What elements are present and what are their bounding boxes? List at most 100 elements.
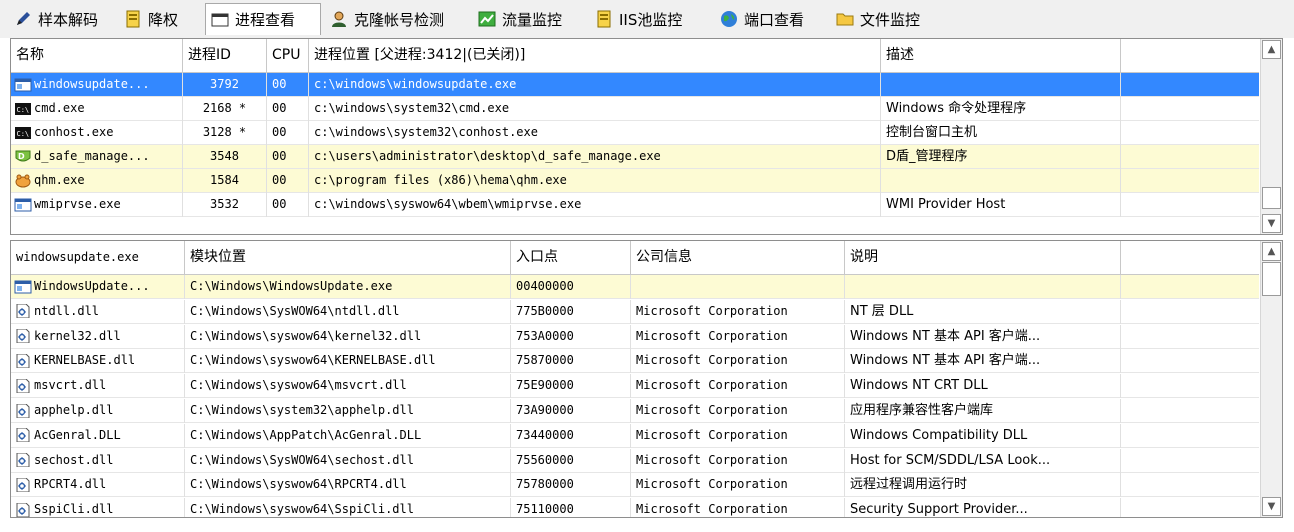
- tab-file-monitor[interactable]: 文件监控: [836, 4, 920, 34]
- process-row[interactable]: C:\ conhost.exe 3128 * 00 c:\windows\system3…: [11, 121, 1259, 145]
- process-description: D盾_管理程序: [881, 145, 1121, 169]
- module-name-text: AcGenral.DLL: [34, 427, 121, 442]
- module-path: C:\Windows\syswow64\SspiCli.dll: [185, 498, 511, 517]
- column-header-cpu[interactable]: CPU: [267, 39, 309, 72]
- folder-icon: [836, 10, 854, 28]
- tab-bar: 样本解码 降权 进程查看 克隆帐号检测 流量监控 IIS池监控 端口查看 文件监…: [0, 0, 1294, 38]
- module-row[interactable]: RPCRT4.dll C:\Windows\syswow64\RPCRT4.dll…: [11, 473, 1259, 498]
- tab-iis-pool-monitor[interactable]: IIS池监控: [595, 4, 682, 34]
- process-path: c:\windows\system32\cmd.exe: [309, 97, 881, 121]
- column-header-pid[interactable]: 进程ID: [183, 39, 267, 72]
- column-header-module-path[interactable]: 模块位置: [185, 241, 511, 274]
- tab-process-view[interactable]: 进程查看: [205, 3, 321, 35]
- process-cpu: 00: [267, 169, 309, 193]
- module-description: [845, 275, 1121, 299]
- module-name-text: ntdll.dll: [34, 303, 100, 318]
- module-name: sechost.dll: [11, 448, 185, 473]
- hippo-icon: [14, 173, 32, 187]
- process-cpu: 00: [267, 193, 309, 217]
- module-name: ntdll.dll: [11, 299, 185, 324]
- scroll-thumb[interactable]: [1262, 187, 1281, 209]
- module-company: Microsoft Corporation: [631, 299, 845, 324]
- module-grid[interactable]: windowsupdate.exe 模块位置 入口点 公司信息 说明 Windo…: [10, 240, 1283, 518]
- process-grid[interactable]: 名称 进程ID CPU 进程位置 [父进程:3412|(已关闭)] 描述 win…: [10, 38, 1283, 235]
- module-row[interactable]: apphelp.dll C:\Windows\system32\apphelp.d…: [11, 399, 1259, 423]
- process-row[interactable]: C:\ cmd.exe 2168 * 00 c:\windows\system32\cm…: [11, 97, 1259, 121]
- scroll-up-button[interactable]: ▲: [1262, 242, 1281, 261]
- process-row[interactable]: wmiprvse.exe 3532 00 c:\windows\syswow64\wb…: [11, 193, 1259, 217]
- module-name-text: SspiCli.dll: [34, 502, 114, 517]
- tab-privilege-drop[interactable]: 降权: [124, 4, 178, 34]
- module-name: apphelp.dll: [11, 399, 185, 423]
- module-path: C:\Windows\syswow64\RPCRT4.dll: [185, 473, 511, 498]
- module-description: NT 层 DLL: [845, 299, 1121, 324]
- scroll-up-button[interactable]: ▲: [1262, 40, 1281, 59]
- process-description: [881, 169, 1121, 193]
- module-row[interactable]: SspiCli.dll C:\Windows\syswow64\SspiCli.d…: [11, 498, 1259, 517]
- tab-sample-decode[interactable]: 样本解码: [14, 4, 98, 34]
- module-entry-point: 75110000: [511, 498, 631, 517]
- module-name: KERNELBASE.dll: [11, 349, 185, 374]
- column-header-description[interactable]: 描述: [881, 39, 1121, 72]
- module-row[interactable]: KERNELBASE.dll C:\Windows\syswow64\KERNEL…: [11, 349, 1259, 374]
- process-grid-body: 名称 进程ID CPU 进程位置 [父进程:3412|(已关闭)] 描述 win…: [11, 39, 1259, 234]
- tab-clone-account-check[interactable]: 克隆帐号检测: [330, 4, 444, 34]
- module-grid-header: windowsupdate.exe 模块位置 入口点 公司信息 说明: [11, 241, 1259, 275]
- module-name-text: kernel32.dll: [34, 328, 121, 343]
- process-path: c:\users\administrator\desktop\d_safe_ma…: [309, 145, 881, 169]
- process-row[interactable]: qhm.exe 1584 00 c:\program files (x86)\hema…: [11, 169, 1259, 193]
- process-grid-scrollbar[interactable]: ▲ ▼: [1260, 39, 1282, 234]
- process-cpu: 00: [267, 97, 309, 121]
- document-icon: [595, 10, 613, 28]
- dll-icon: [14, 477, 32, 493]
- window-icon: [14, 77, 32, 91]
- module-grid-scrollbar[interactable]: ▲ ▼: [1260, 241, 1282, 517]
- process-row-partial[interactable]: [11, 217, 1259, 234]
- dll-icon: [14, 378, 32, 394]
- window-icon: [14, 279, 32, 293]
- module-company: Microsoft Corporation: [631, 423, 845, 448]
- module-description: Host for SCM/SDDL/LSA Look...: [845, 448, 1121, 473]
- column-header-module-name[interactable]: windowsupdate.exe: [11, 241, 185, 274]
- process-pid: 3128 *: [183, 121, 267, 145]
- process-name: qhm.exe: [11, 169, 183, 193]
- tab-port-view[interactable]: 端口查看: [720, 4, 804, 34]
- svg-text:D: D: [18, 152, 25, 161]
- process-row[interactable]: Dd_safe_manage... 3548 00 c:\users\administ…: [11, 145, 1259, 169]
- tab-traffic-monitor[interactable]: 流量监控: [478, 4, 562, 34]
- process-cpu: 00: [267, 73, 309, 97]
- column-header-module-description[interactable]: 说明: [845, 241, 1121, 274]
- module-entry-point: 73A90000: [511, 399, 631, 423]
- module-name-text: msvcrt.dll: [34, 378, 107, 393]
- column-header-company[interactable]: 公司信息: [631, 241, 845, 274]
- user-icon: [330, 10, 348, 28]
- process-path: c:\windows\windowsupdate.exe: [309, 73, 881, 97]
- module-row[interactable]: AcGenral.DLL C:\Windows\AppPatch\AcGenral…: [11, 423, 1259, 448]
- module-name-text: apphelp.dll: [34, 403, 114, 417]
- column-header-path[interactable]: 进程位置 [父进程:3412|(已关闭)]: [309, 39, 881, 72]
- process-cpu: 00: [267, 121, 309, 145]
- scroll-thumb[interactable]: [1262, 262, 1281, 296]
- module-description: Windows NT 基本 API 客户端...: [845, 349, 1121, 374]
- module-company: Microsoft Corporation: [631, 324, 845, 349]
- column-header-entry-point[interactable]: 入口点: [511, 241, 631, 274]
- process-name-text: windowsupdate...: [34, 77, 150, 91]
- document-icon: [124, 10, 142, 28]
- module-entry-point: 75560000: [511, 448, 631, 473]
- module-description: Windows Compatibility DLL: [845, 423, 1121, 448]
- module-row[interactable]: WindowsUpdate... C:\Windows\WindowsUpdate…: [11, 275, 1259, 299]
- module-row[interactable]: kernel32.dll C:\Windows\syswow64\kernel32…: [11, 324, 1259, 349]
- scroll-down-button[interactable]: ▼: [1262, 214, 1281, 233]
- module-entry-point: 753A0000: [511, 324, 631, 349]
- process-row[interactable]: windowsupdate... 3792 00 c:\windows\windows…: [11, 73, 1259, 97]
- module-description: Security Support Provider...: [845, 498, 1121, 517]
- module-row[interactable]: ntdll.dll C:\Windows\SysWOW64\ntdll.dll 77…: [11, 299, 1259, 324]
- dll-icon: [14, 353, 32, 369]
- module-row[interactable]: sechost.dll C:\Windows\SysWOW64\sechost.d…: [11, 448, 1259, 473]
- column-header-name[interactable]: 名称: [11, 39, 183, 72]
- process-name-text: wmiprvse.exe: [34, 197, 121, 211]
- process-name-text: qhm.exe: [34, 173, 85, 187]
- scroll-down-button[interactable]: ▼: [1262, 497, 1281, 516]
- module-row[interactable]: msvcrt.dll C:\Windows\syswow64\msvcrt.dll…: [11, 374, 1259, 399]
- module-path: C:\Windows\SysWOW64\ntdll.dll: [185, 299, 511, 324]
